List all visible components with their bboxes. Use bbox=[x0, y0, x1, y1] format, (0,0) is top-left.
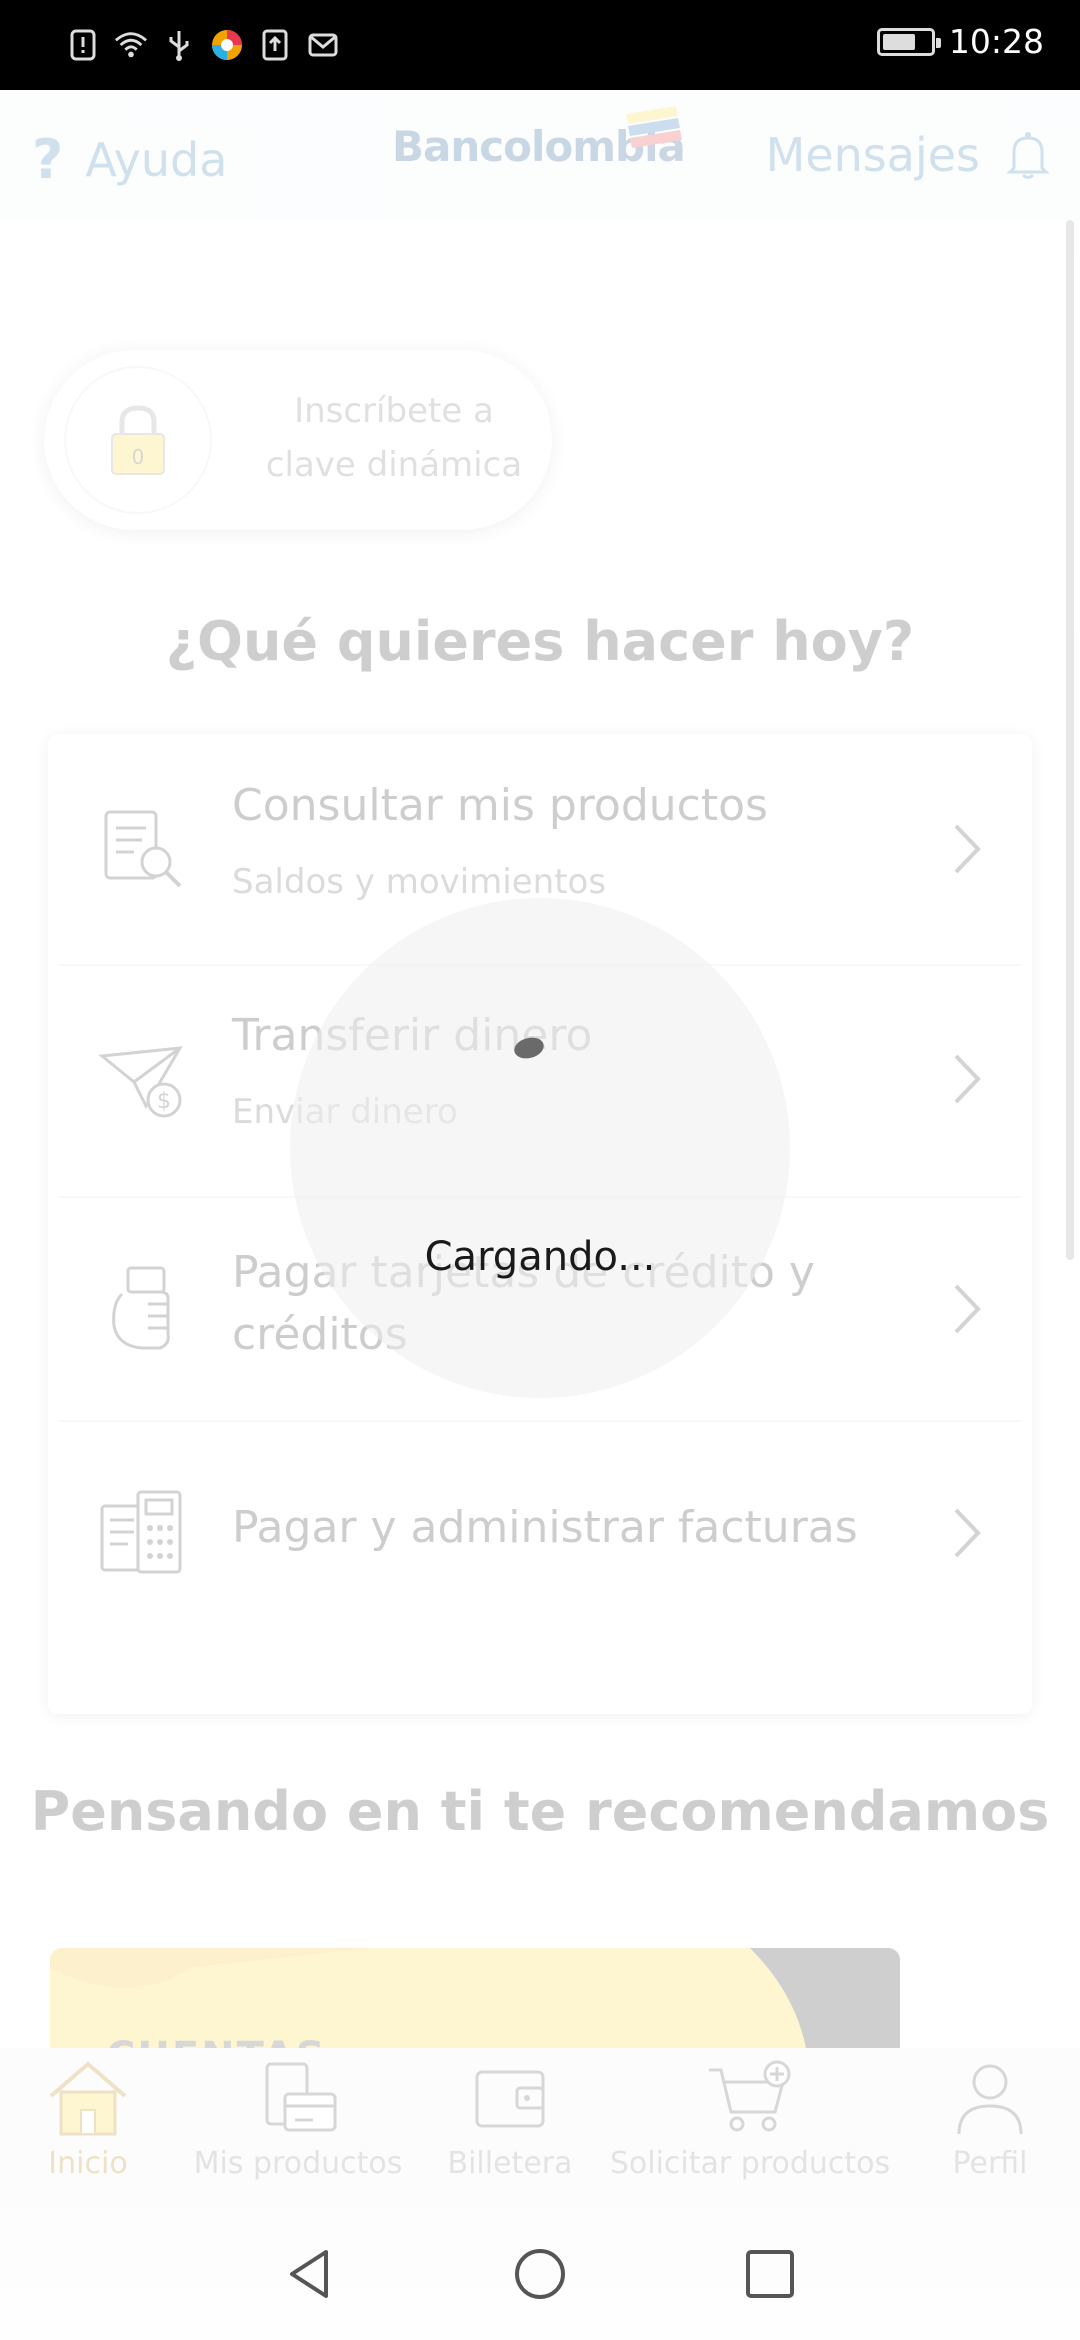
android-nav-bar bbox=[0, 2208, 1080, 2340]
wifi-icon bbox=[114, 28, 148, 62]
status-icons bbox=[66, 28, 340, 62]
home-circle-icon[interactable] bbox=[512, 2246, 568, 2302]
loading-indicator: Cargando... bbox=[290, 898, 790, 1398]
status-bar: 10:28 bbox=[0, 0, 1080, 90]
loading-text: Cargando... bbox=[424, 1234, 656, 1280]
alert-icon bbox=[66, 28, 100, 62]
app-icon bbox=[210, 28, 244, 62]
usb-icon bbox=[162, 28, 196, 62]
upload-icon bbox=[258, 28, 292, 62]
clock: 10:28 bbox=[948, 22, 1044, 61]
back-icon[interactable] bbox=[282, 2246, 338, 2302]
mail-icon bbox=[306, 28, 340, 62]
battery-icon bbox=[876, 27, 941, 56]
recents-icon[interactable] bbox=[742, 2246, 798, 2302]
spinner-icon bbox=[511, 1034, 547, 1062]
